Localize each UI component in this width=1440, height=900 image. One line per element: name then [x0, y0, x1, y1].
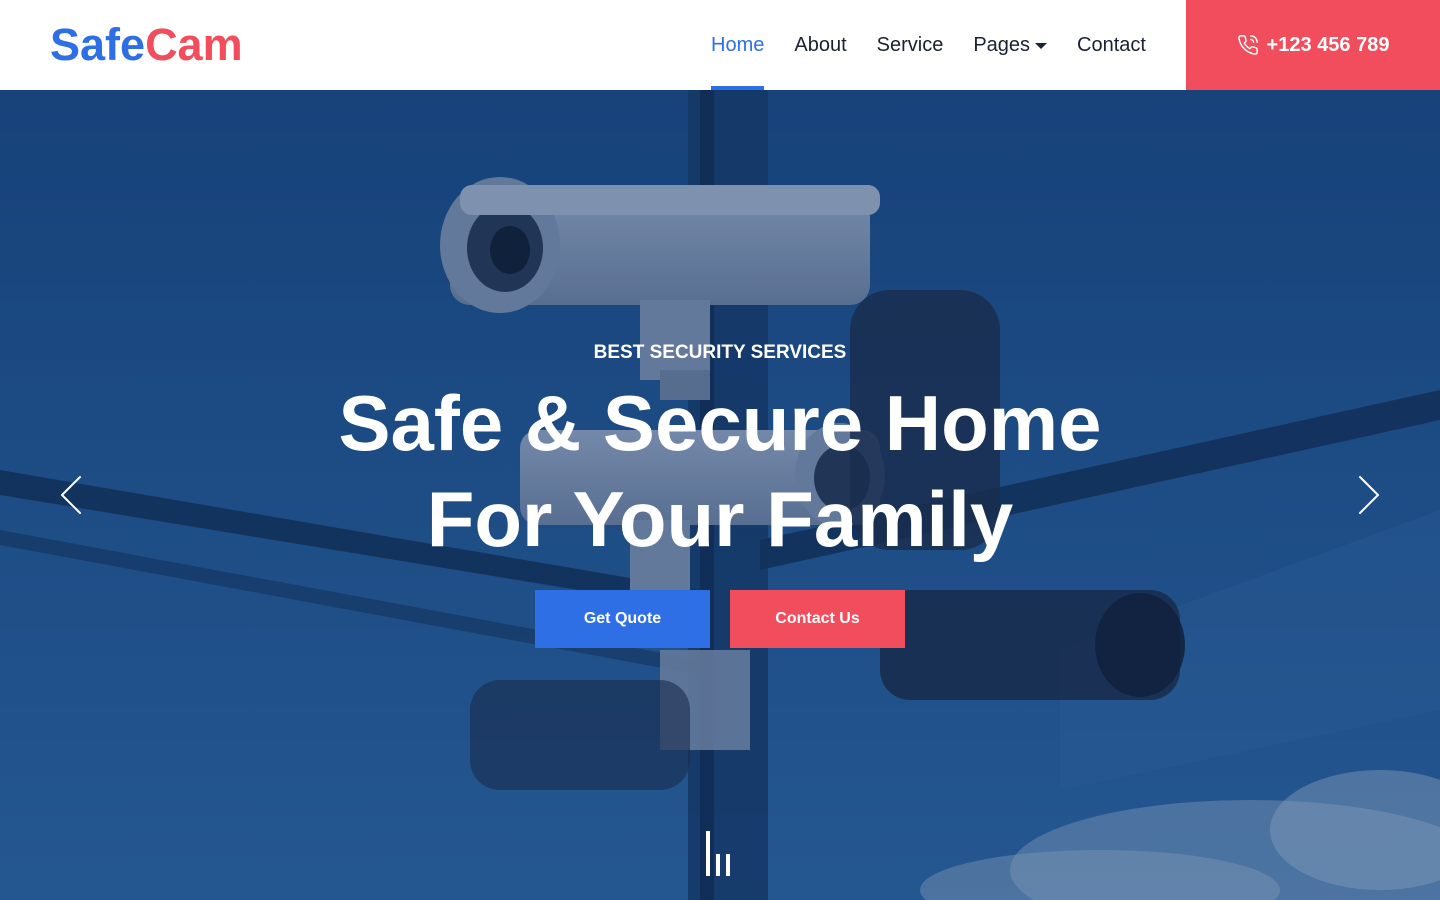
hero-eyebrow: BEST SECURITY SERVICES: [593, 342, 847, 363]
nav-item-service-label: Service: [876, 33, 944, 56]
nav-item-home-label: Home: [711, 33, 765, 56]
phone-button[interactable]: +123 456 789: [1186, 0, 1440, 90]
chevron-left-icon[interactable]: [52, 475, 92, 515]
slide-indicator-bar: [726, 854, 730, 876]
slide-indicator-bar-active: [706, 831, 710, 876]
chevron-right-icon[interactable]: [1348, 475, 1388, 515]
hero-carousel: BEST SECURITY SERVICES Safe & Secure Hom…: [0, 90, 1440, 900]
hero-title: Safe & Secure Home For Your Family: [0, 375, 1440, 567]
brand-logo[interactable]: SafeCam: [50, 18, 243, 72]
nav-item-home[interactable]: Home: [696, 0, 779, 90]
phone-number: +123 456 789: [1266, 33, 1390, 56]
nav-item-contact[interactable]: Contact: [1062, 0, 1161, 90]
phone-icon: [1237, 35, 1258, 55]
site-header: SafeCam Home About Service Pages Contact…: [0, 0, 1440, 90]
get-quote-button[interactable]: Get Quote: [535, 590, 710, 648]
slide-bars-icon[interactable]: [706, 828, 736, 876]
hero-title-line-2: For Your Family: [426, 475, 1014, 563]
nav-item-pages-label: Pages: [973, 33, 1031, 56]
hero-title-line-1: Safe & Secure Home: [338, 379, 1102, 467]
hero-content: BEST SECURITY SERVICES Safe & Secure Hom…: [0, 90, 1440, 900]
nav-item-service[interactable]: Service: [862, 0, 959, 90]
brand-logo-part-cam: Cam: [145, 19, 243, 70]
nav-item-about[interactable]: About: [779, 0, 861, 90]
caret-down-icon: [1035, 43, 1048, 49]
nav-item-contact-label: Contact: [1077, 33, 1146, 56]
brand-logo-part-safe: Safe: [50, 19, 146, 70]
slide-indicator-bar: [716, 854, 720, 876]
nav-item-pages[interactable]: Pages: [958, 0, 1062, 90]
nav-item-about-label: About: [794, 33, 847, 56]
main-nav: Home About Service Pages Contact: [696, 0, 1161, 90]
contact-us-button[interactable]: Contact Us: [730, 590, 905, 648]
